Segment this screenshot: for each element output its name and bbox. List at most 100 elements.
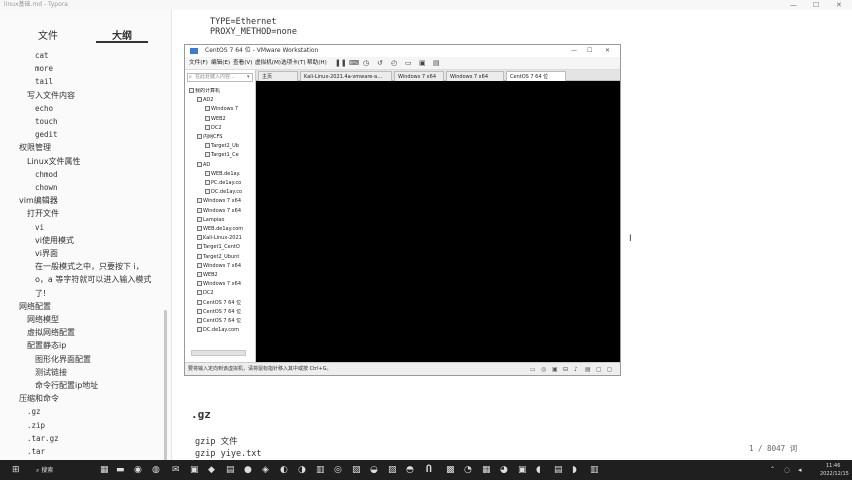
outline-item[interactable]: 压缩和命令 bbox=[19, 394, 59, 404]
outline-item[interactable]: tail bbox=[35, 77, 53, 87]
app-icon[interactable]: ▧ bbox=[352, 464, 361, 476]
app-icon[interactable]: ◓ bbox=[406, 464, 414, 476]
close-icon[interactable]: ✕ bbox=[605, 45, 610, 57]
library-item[interactable]: Windows 7 bbox=[205, 106, 253, 113]
menu-item[interactable]: 帮助(H) bbox=[307, 57, 327, 70]
fullscreen-icon[interactable]: ▭ bbox=[405, 59, 412, 68]
app-icon[interactable]: ▨ bbox=[388, 464, 397, 476]
unity-icon[interactable]: ▣ bbox=[419, 59, 426, 68]
outline-item[interactable]: 命令行配置ip地址 bbox=[35, 381, 98, 391]
close-icon[interactable]: ✕ bbox=[836, 0, 842, 10]
typora-app-icon[interactable]: Ⴖ bbox=[426, 464, 432, 476]
printer-icon[interactable]: ▤ bbox=[585, 366, 591, 373]
menu-item[interactable]: 编辑(E) bbox=[211, 57, 230, 70]
library-item[interactable]: WEB2 bbox=[197, 272, 253, 279]
outline-item[interactable]: 配置静态ip bbox=[27, 341, 66, 351]
vm-console-screen[interactable] bbox=[256, 81, 620, 362]
app-icon[interactable]: ◒ bbox=[370, 464, 378, 476]
outline-item[interactable]: vi bbox=[35, 223, 44, 233]
outline-item[interactable]: 测试链接 bbox=[35, 368, 67, 378]
outline-item[interactable]: 了! bbox=[35, 289, 46, 299]
library-item[interactable]: AD bbox=[197, 161, 253, 169]
outline-item[interactable]: 权限管理 bbox=[19, 143, 51, 153]
volume-icon[interactable]: ◂ bbox=[798, 464, 802, 476]
revert-icon[interactable]: ↺ bbox=[377, 59, 383, 68]
cdrom-icon[interactable]: ◎ bbox=[541, 366, 546, 373]
library-item[interactable]: CentOS 7 64 位 bbox=[197, 318, 253, 325]
library-item[interactable]: Windows 7 x64 bbox=[197, 207, 253, 215]
vm-tab[interactable]: Windows 7 x64 bbox=[394, 71, 444, 81]
library-item[interactable]: Target1_Ce bbox=[205, 152, 253, 159]
library-scrollbar[interactable] bbox=[191, 350, 246, 356]
app-icon[interactable]: ◔ bbox=[464, 464, 472, 476]
library-item[interactable]: WEB2 bbox=[205, 115, 253, 123]
library-item[interactable]: 内网CFS bbox=[197, 134, 253, 141]
library-item[interactable]: Lampiao bbox=[197, 216, 253, 224]
tab-files[interactable]: 文件 bbox=[38, 27, 58, 42]
app-icon[interactable]: ◕ bbox=[500, 464, 508, 476]
outline-item[interactable]: .tar.gz bbox=[27, 434, 59, 444]
library-item[interactable]: Windows 7 x64 bbox=[197, 281, 253, 288]
minimize-icon[interactable]: — bbox=[790, 0, 797, 10]
app-icon[interactable]: ◆ bbox=[208, 464, 215, 476]
menu-item[interactable]: 虚拟机(M) bbox=[255, 57, 281, 70]
menu-item[interactable]: 选项卡(T) bbox=[281, 57, 306, 70]
app-icon[interactable]: ◖ bbox=[536, 464, 541, 476]
outline-item[interactable]: more bbox=[35, 64, 53, 74]
tray-chevron-icon[interactable]: ⌃ bbox=[770, 464, 775, 476]
library-item[interactable]: Target1_CentO bbox=[197, 244, 253, 251]
mail-icon[interactable]: ✉ bbox=[172, 464, 180, 476]
network-icon[interactable]: ◌ bbox=[784, 464, 790, 476]
library-item[interactable]: Windows 7 x64 bbox=[197, 198, 253, 205]
library-item[interactable]: DC2 bbox=[205, 124, 253, 132]
browser-edge-icon[interactable]: ◉ bbox=[134, 464, 142, 476]
vm-tab[interactable]: 主页 bbox=[258, 71, 298, 81]
app-icon[interactable]: ◑ bbox=[298, 464, 306, 476]
app-icon[interactable]: ◎ bbox=[334, 464, 342, 476]
vm-tab[interactable]: CentOS 7 64 位 bbox=[506, 71, 566, 81]
app-icon[interactable]: ▤ bbox=[554, 464, 563, 476]
library-item[interactable]: Target2_Ubunt bbox=[197, 253, 253, 261]
app-icon[interactable]: ◗ bbox=[572, 464, 577, 476]
outline-item[interactable]: vim编辑器 bbox=[19, 196, 58, 206]
outline-item[interactable]: touch bbox=[35, 117, 58, 127]
outline-item[interactable]: gedit bbox=[35, 130, 58, 140]
sidebar-scrollbar[interactable] bbox=[164, 310, 167, 460]
display-icon[interactable]: ▢ bbox=[596, 366, 602, 373]
view-icon[interactable]: ▤ bbox=[433, 59, 440, 68]
outline-item[interactable]: 写入文件内容 bbox=[27, 91, 75, 101]
app-icon[interactable]: ▣ bbox=[518, 464, 527, 476]
library-item[interactable]: DC.de1ay.com bbox=[197, 327, 253, 334]
outline-item[interactable]: Linux文件属性 bbox=[27, 157, 81, 167]
app-icon[interactable]: ▣ bbox=[190, 464, 199, 476]
library-item[interactable]: PC.de1ay.co bbox=[205, 180, 253, 187]
outline-item[interactable]: .zip bbox=[27, 421, 45, 431]
outline-item[interactable]: 打开文件 bbox=[27, 209, 59, 219]
outline-item[interactable]: vi使用模式 bbox=[35, 236, 74, 246]
library-item[interactable]: Target2_Ub bbox=[205, 143, 253, 150]
taskbar-search[interactable]: ⌕ 搜索 bbox=[36, 465, 80, 476]
snapshot-icon[interactable]: ◷ bbox=[363, 59, 369, 68]
library-item[interactable]: DC2 bbox=[197, 290, 253, 297]
sound-icon[interactable]: ♪ bbox=[574, 366, 578, 373]
vmware-app-icon[interactable]: ▥ bbox=[590, 464, 599, 476]
clock-time[interactable]: 11:46 bbox=[826, 463, 840, 469]
usb-icon[interactable]: ⊟ bbox=[563, 366, 568, 373]
outline-item[interactable]: chown bbox=[35, 183, 58, 193]
menu-item[interactable]: 文件(F) bbox=[189, 57, 208, 70]
library-item[interactable]: WEB.de1ay. bbox=[205, 170, 253, 178]
dropdown-arrow-icon[interactable]: ▾ bbox=[247, 73, 250, 82]
network-icon[interactable]: ▣ bbox=[552, 366, 558, 373]
vmware-window[interactable]: CentOS 7 64 位 - VMware Workstation — ☐ ✕… bbox=[184, 44, 621, 376]
app-icon[interactable]: ▩ bbox=[446, 464, 455, 476]
outline-item[interactable]: 网络模型 bbox=[27, 315, 59, 325]
file-explorer-icon[interactable]: ▬ bbox=[116, 464, 125, 476]
outline-item[interactable]: o，a 等字符就可以进入输入模式 bbox=[35, 275, 151, 285]
library-item[interactable]: AD2 bbox=[197, 97, 253, 104]
task-view-icon[interactable]: ▦ bbox=[100, 464, 109, 476]
message-icon[interactable]: ◻ bbox=[607, 366, 612, 373]
app-icon[interactable]: ◈ bbox=[262, 464, 269, 476]
minimize-icon[interactable]: — bbox=[571, 45, 577, 57]
library-item[interactable]: Kali-Linux-2021 bbox=[197, 235, 253, 242]
maximize-icon[interactable]: ☐ bbox=[813, 0, 819, 10]
